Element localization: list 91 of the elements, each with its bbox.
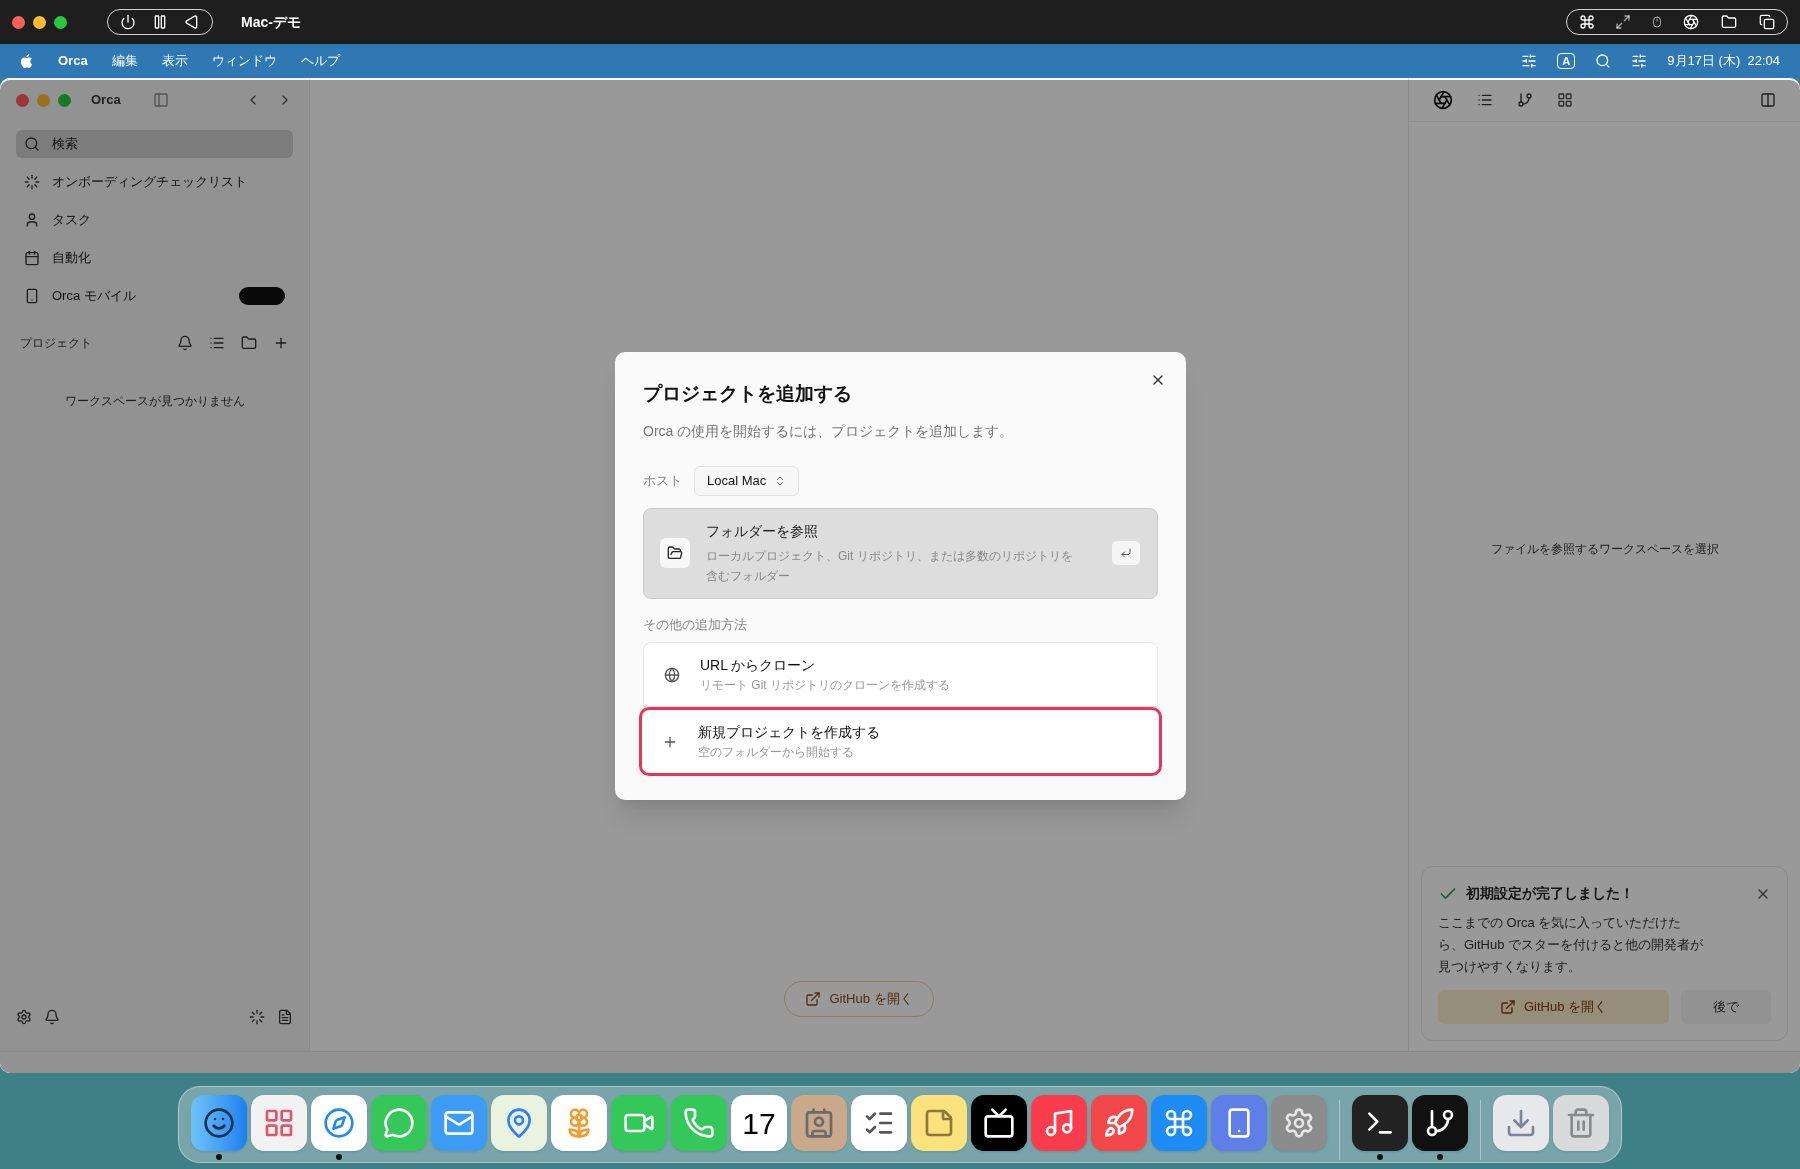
search-icon xyxy=(24,136,40,152)
branch-icon[interactable] xyxy=(1517,91,1533,108)
sidebar-item[interactable]: オンボーディングチェックリスト xyxy=(16,168,293,196)
document-icon[interactable] xyxy=(277,1009,293,1025)
list-icon[interactable] xyxy=(209,335,225,351)
control-center-icon[interactable] xyxy=(1631,53,1648,69)
vm-title: Mac-デモ xyxy=(241,12,301,32)
option-title: URL からクローン xyxy=(700,656,817,675)
envelope-icon[interactable] xyxy=(431,1095,487,1151)
person-icon xyxy=(24,212,40,228)
phone-icon[interactable] xyxy=(1211,1095,1267,1151)
settings-icon[interactable] xyxy=(16,1009,32,1025)
face-icon[interactable] xyxy=(191,1095,247,1151)
host-selector[interactable]: Local Mac xyxy=(694,465,800,496)
toast-title: 初期設定が完了しました！ xyxy=(1466,884,1634,903)
sidebar-item[interactable]: 自動化 xyxy=(16,244,293,272)
music-note-icon[interactable] xyxy=(1031,1095,1087,1151)
dialog-subtitle: Orca の使用を開始するには、プロジェクトを追加します。 xyxy=(643,421,1015,441)
apple-logo-icon[interactable] xyxy=(20,53,34,69)
rocket-icon[interactable] xyxy=(1091,1095,1147,1151)
power-icon[interactable] xyxy=(120,14,136,30)
sidebar-item[interactable]: Orca モバイル xyxy=(16,282,293,310)
dialog-title: プロジェクトを追加する xyxy=(643,382,853,406)
search-icon[interactable] xyxy=(1595,53,1612,69)
compass-icon[interactable] xyxy=(311,1095,367,1151)
spinner-icon[interactable] xyxy=(249,1009,265,1025)
menu-item[interactable]: Orca xyxy=(58,51,88,71)
mouse-icon[interactable] xyxy=(1651,14,1663,30)
add-option[interactable]: URL からクローン リモート Git リポジトリのクローンを作成する xyxy=(643,642,1158,707)
bell-icon[interactable] xyxy=(44,1009,60,1025)
option-title: 新規プロジェクトを作成する xyxy=(698,723,880,742)
browse-folder-option[interactable]: フォルダーを参照 ローカルプロジェクト、Git リポジトリ、または多数のリポジトリを含むフォルダー xyxy=(643,507,1158,599)
video-camera-icon[interactable] xyxy=(611,1095,667,1151)
back-triangle-icon[interactable] xyxy=(184,14,200,30)
tv-icon[interactable] xyxy=(971,1095,1027,1151)
option-title: フォルダーを参照 xyxy=(706,521,819,541)
input-mode-indicator[interactable]: A xyxy=(1557,53,1576,69)
resize-icon[interactable] xyxy=(1615,14,1631,30)
calendar-icon xyxy=(24,250,40,266)
badge xyxy=(239,287,285,305)
tab-icon[interactable] xyxy=(1433,89,1453,110)
download-icon[interactable] xyxy=(1493,1095,1549,1151)
bell-icon[interactable] xyxy=(177,335,193,351)
sidebar-item[interactable]: タスク xyxy=(16,206,293,234)
window-title: Orca xyxy=(91,91,121,110)
sidebar-item[interactable]: 検索 xyxy=(16,130,293,158)
command-key-icon[interactable] xyxy=(1579,14,1595,30)
menu-item[interactable]: 編集 xyxy=(111,51,138,71)
settings-icon[interactable] xyxy=(1271,1095,1327,1151)
host-label: ホスト xyxy=(643,471,682,490)
phone-icon[interactable] xyxy=(671,1095,727,1151)
grid-icon[interactable] xyxy=(1557,91,1573,108)
add-option[interactable]: 新規プロジェクトを作成する 空のフォルダーから開始する xyxy=(639,707,1162,776)
checklist-icon[interactable] xyxy=(851,1095,907,1151)
external-link-icon xyxy=(805,991,822,1007)
empty-state-text: ファイルを参照するワークスペースを選択 xyxy=(1489,541,1720,558)
toast-message: ここまでの Orca を気に入っていただけたら、GitHub でスターを付けると他の開発者が見つけやすくなります。 xyxy=(1438,914,1705,976)
calendar-app-icon[interactable]: 17 xyxy=(731,1095,787,1151)
option-description: 空のフォルダーから開始する xyxy=(698,744,855,761)
section-heading: プロジェクト xyxy=(20,335,92,352)
speech-bubble-icon[interactable] xyxy=(371,1095,427,1151)
later-button[interactable]: 後で xyxy=(1681,990,1771,1024)
add-icon[interactable] xyxy=(273,335,289,351)
enter-key-icon xyxy=(1111,540,1141,566)
clock[interactable]: 9月17日 (木) 22:04 xyxy=(1667,51,1780,71)
spinner-icon xyxy=(24,174,40,190)
empty-state-text: ワークスペースが見つかりません xyxy=(63,393,246,410)
zoom-icon[interactable] xyxy=(54,15,67,29)
minimize-icon[interactable] xyxy=(33,15,46,29)
section-heading: その他の追加方法 xyxy=(643,615,748,634)
menu-item[interactable]: ウィンドウ xyxy=(211,51,277,71)
menu-item[interactable]: 表示 xyxy=(161,51,188,71)
terminal-icon[interactable] xyxy=(1352,1095,1408,1151)
panel-icon[interactable] xyxy=(1760,91,1776,108)
windows-icon[interactable] xyxy=(1759,14,1775,30)
grid-icon[interactable] xyxy=(251,1095,307,1151)
menu-item[interactable]: ヘルプ xyxy=(300,51,340,71)
sidebar-toggle-icon[interactable] xyxy=(152,92,169,108)
folder-icon xyxy=(660,538,690,568)
option-description: ローカルプロジェクト、Git リポジトリ、または多数のリポジトリを含むフォルダー xyxy=(706,547,1074,585)
flower-icon[interactable] xyxy=(551,1095,607,1151)
option-description: リモート Git リポジトリのクローンを作成する xyxy=(700,677,950,694)
map-pin-icon[interactable] xyxy=(491,1095,547,1151)
globe-icon xyxy=(664,666,680,683)
external-link-icon xyxy=(1499,999,1516,1015)
aperture-icon[interactable] xyxy=(1683,14,1699,30)
phone-icon xyxy=(24,288,40,304)
github-button[interactable]: GitHub を開く xyxy=(1438,990,1669,1024)
pause-icon[interactable] xyxy=(152,14,168,30)
close-icon[interactable] xyxy=(12,15,25,29)
folder-icon[interactable] xyxy=(1719,14,1739,30)
